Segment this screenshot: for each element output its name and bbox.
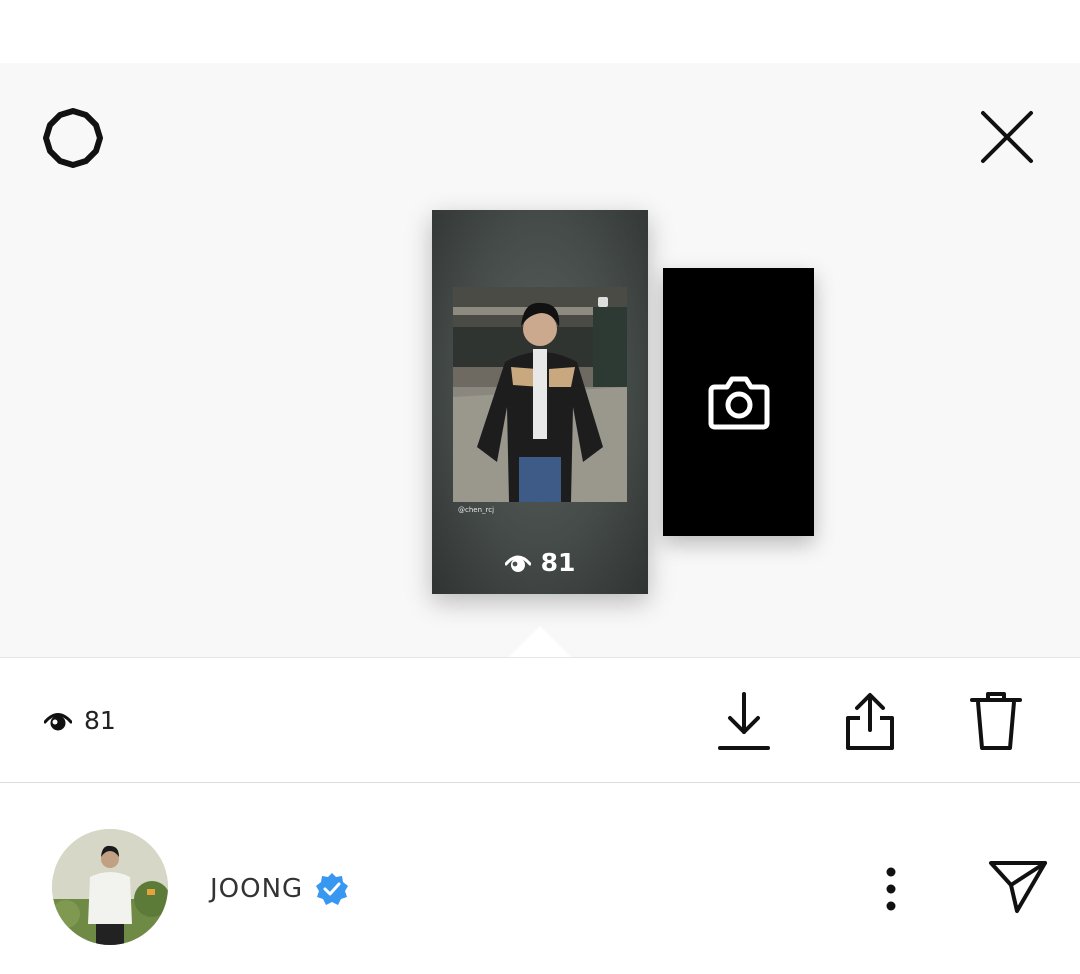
viewer-count: 81 [84, 706, 116, 735]
download-icon [718, 692, 770, 750]
close-icon[interactable] [974, 104, 1040, 170]
send-icon [989, 861, 1047, 913]
profile-footer: JOONG [0, 784, 1080, 974]
share-icon [846, 693, 894, 750]
share-button[interactable] [840, 688, 900, 754]
username-row[interactable]: JOONG [210, 872, 349, 906]
status-area [0, 0, 1080, 63]
verified-badge-icon [316, 873, 349, 905]
download-button[interactable] [714, 688, 774, 754]
story-view-count: 81 [432, 548, 648, 577]
add-story-camera-card[interactable] [663, 268, 814, 536]
send-button[interactable] [985, 856, 1051, 918]
username: JOONG [210, 874, 304, 904]
story-action-bar: 81 [0, 657, 1080, 783]
more-vertical-icon [886, 867, 896, 911]
story-view-count-label: 81 [540, 548, 576, 577]
camera-icon [708, 376, 769, 430]
eye-icon [44, 712, 72, 730]
story-credit: @chen_rcj [458, 506, 495, 514]
viewers-button[interactable]: 81 [44, 706, 116, 735]
eye-icon [504, 555, 531, 572]
settings-gear-icon[interactable] [40, 105, 106, 171]
trash-icon [970, 692, 1022, 750]
story-thumbnail-current[interactable]: @chen_rcj 81 [432, 210, 648, 594]
delete-button[interactable] [966, 688, 1026, 754]
avatar[interactable] [52, 829, 168, 945]
story-photo [453, 287, 627, 502]
selection-pointer [509, 626, 571, 657]
more-options-button[interactable] [876, 864, 906, 914]
